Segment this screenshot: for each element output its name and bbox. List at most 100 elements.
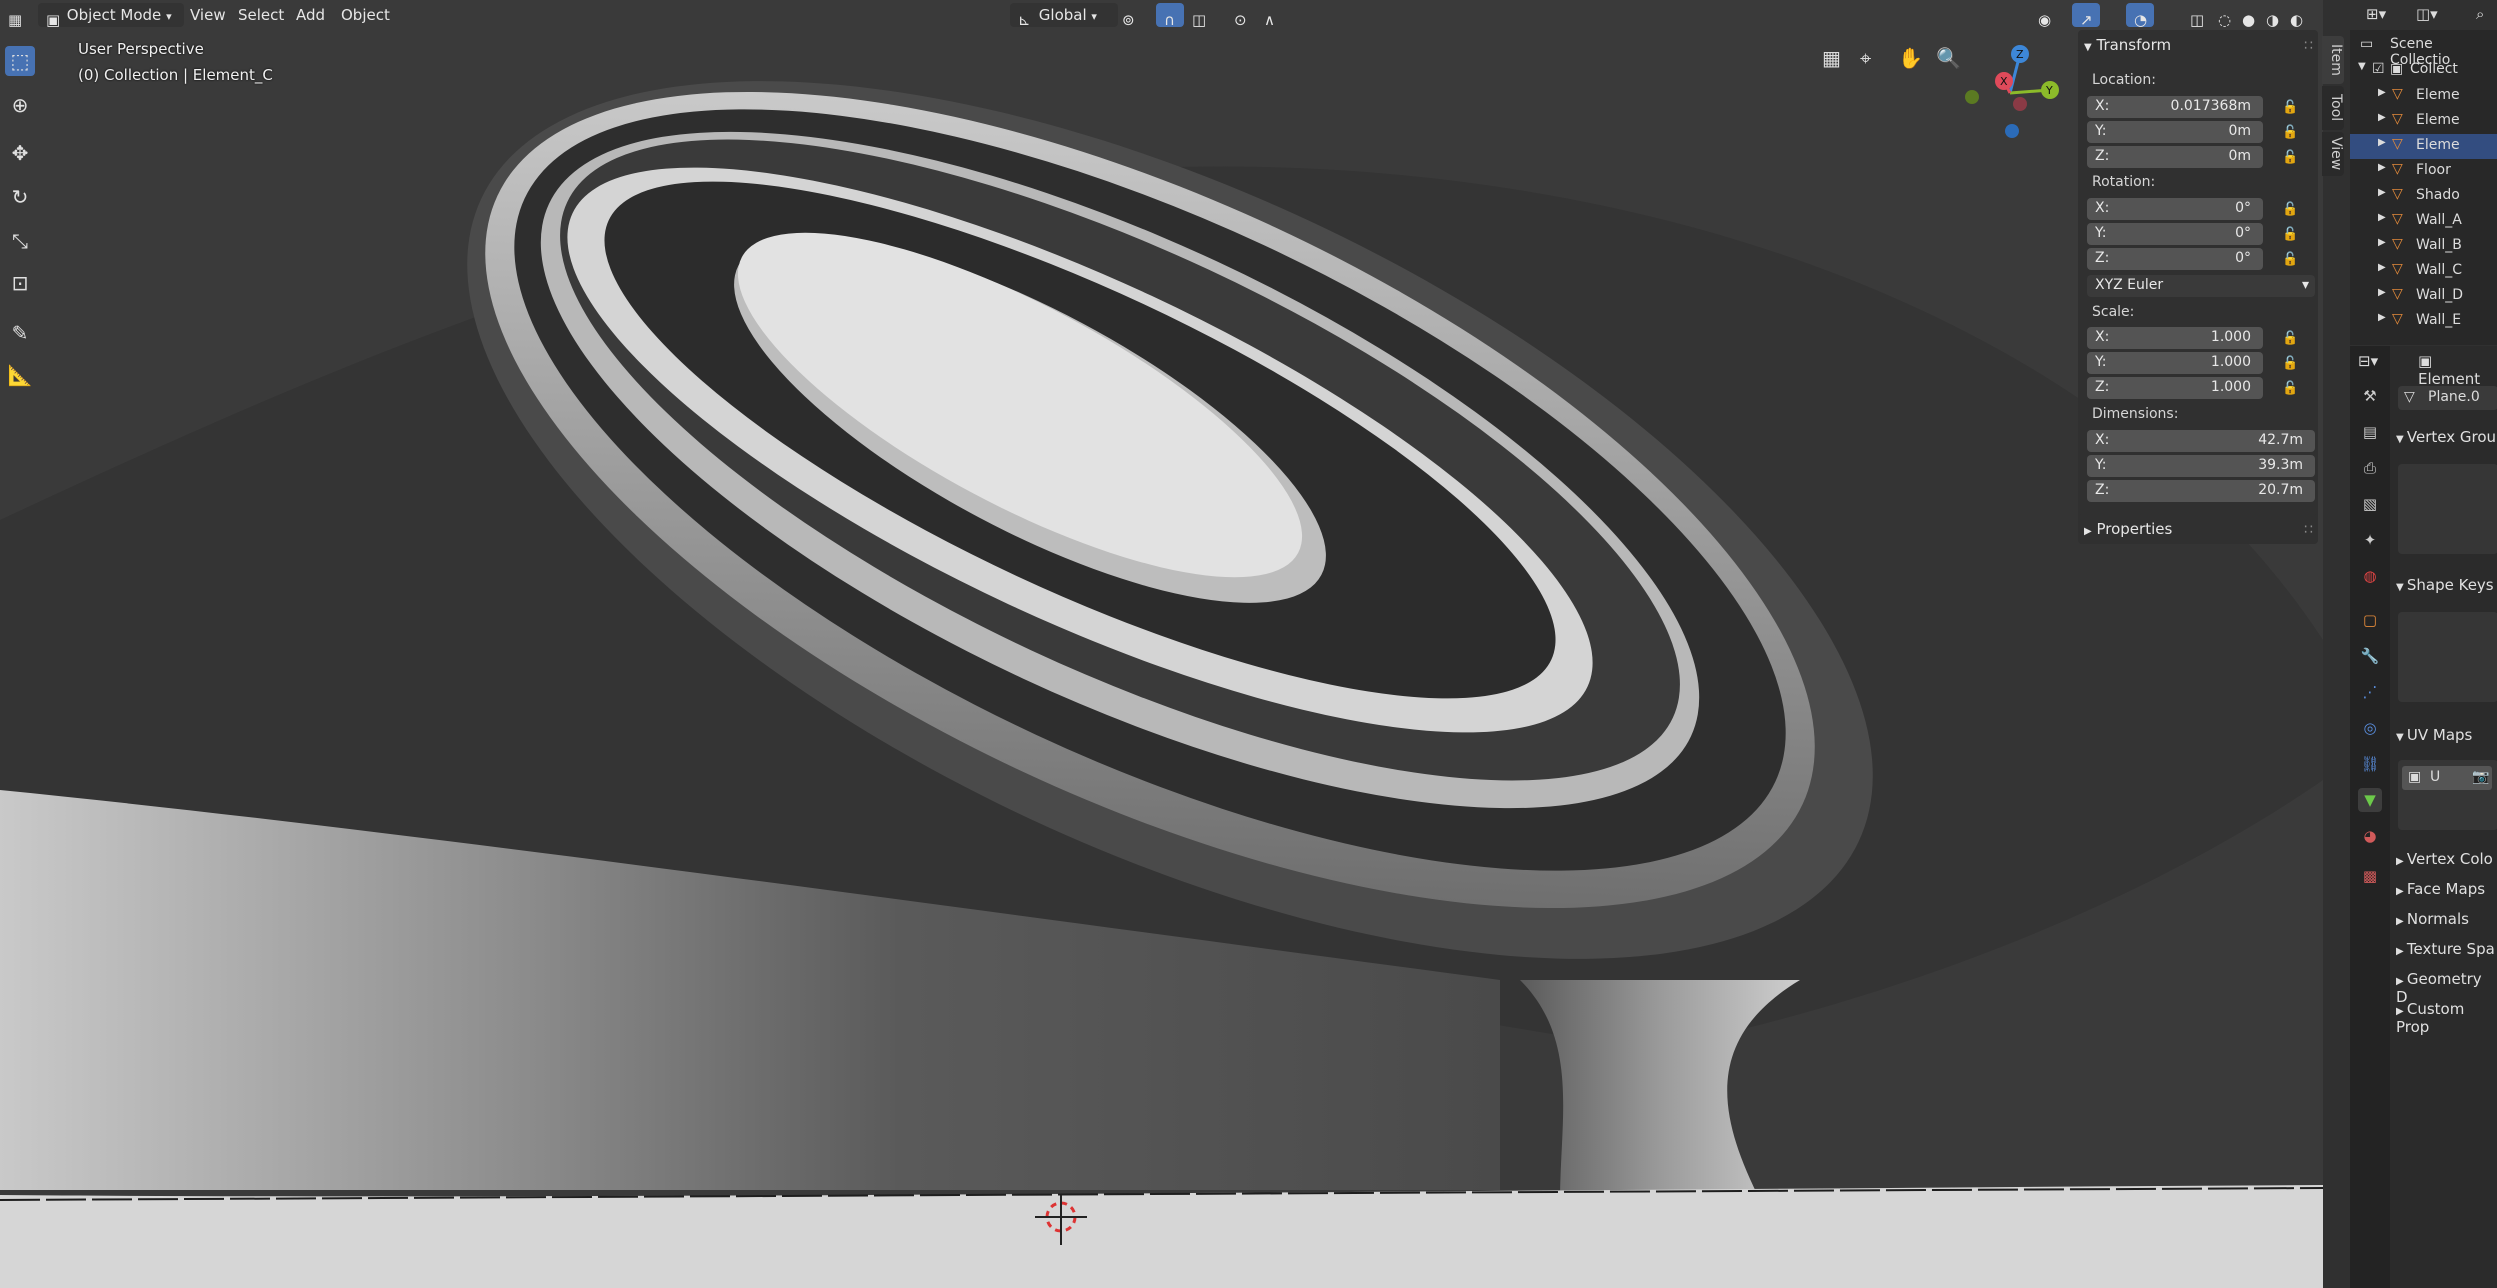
lock-scale-z-icon[interactable]: 🔓 bbox=[2282, 381, 2298, 397]
properties-panel-header[interactable]: ▶ Properties ∷ bbox=[2078, 514, 2318, 544]
annotate-tool[interactable]: ✎ bbox=[5, 318, 35, 348]
outliner-scene-collection[interactable]: ▭ Scene Collectio bbox=[2350, 33, 2497, 68]
rotate-tool[interactable]: ↻ bbox=[5, 182, 35, 212]
menu-add[interactable]: Add bbox=[288, 3, 333, 27]
tab-particles[interactable]: ⋰ bbox=[2358, 680, 2382, 704]
display-mode-icon[interactable]: ◫▾ bbox=[2416, 5, 2438, 23]
tab-constraints[interactable]: ⛓ bbox=[2358, 752, 2382, 776]
menu-view[interactable]: View bbox=[182, 3, 234, 27]
outliner-item[interactable]: ▶ ▽ Eleme bbox=[2350, 84, 2497, 109]
3d-viewport[interactable]: ▦ ▣ Object Mode ▾ View Select Add Object… bbox=[0, 0, 2323, 1288]
tab-material[interactable]: ◕ bbox=[2358, 824, 2382, 848]
visibility-dropdown[interactable]: ◉ bbox=[2030, 3, 2062, 29]
transform-header[interactable]: ▼ Transform bbox=[2084, 36, 2171, 54]
tab-world[interactable]: ◍ bbox=[2358, 564, 2382, 588]
dimensions-y-field[interactable]: Y: 39.3m bbox=[2087, 455, 2315, 477]
outliner-item[interactable]: ▶ ▽ Wall_C bbox=[2350, 259, 2497, 284]
scale-y-field[interactable]: Y: 1.000 bbox=[2087, 352, 2263, 374]
cursor-tool[interactable]: ⊕ bbox=[5, 90, 35, 120]
lock-location-x-icon[interactable]: 🔓 bbox=[2282, 100, 2298, 116]
navigation-gizmo[interactable]: Z Y X bbox=[1960, 38, 2070, 148]
snap-target-dropdown[interactable]: ◫ bbox=[1184, 3, 1216, 29]
collapsed-triangle-icon[interactable]: ▶ bbox=[2378, 312, 2386, 323]
menu-select[interactable]: Select bbox=[230, 3, 292, 27]
uv-maps-list[interactable]: ▣ U 📷 bbox=[2398, 760, 2497, 830]
section-face-maps[interactable]: ▶ Face Maps bbox=[2396, 880, 2485, 898]
tab-physics[interactable]: ◎ bbox=[2358, 716, 2382, 740]
tab-scene[interactable]: ✦ bbox=[2358, 528, 2382, 552]
lock-location-z-icon[interactable]: 🔓 bbox=[2282, 150, 2298, 166]
section-vertex-groups[interactable]: ▼ Vertex Grou bbox=[2396, 428, 2496, 446]
checkbox-icon[interactable]: ☑ bbox=[2372, 61, 2385, 77]
scale-z-field[interactable]: Z: 1.000 bbox=[2087, 377, 2263, 399]
zoom-view-button[interactable]: 🔍 bbox=[1936, 46, 1961, 70]
lock-rotation-x-icon[interactable]: 🔓 bbox=[2282, 202, 2298, 218]
outliner-collection[interactable]: ▼ ☑ ▣ Collect bbox=[2350, 58, 2497, 83]
proportional-edit-toggle[interactable]: ⊙ bbox=[1226, 3, 1258, 29]
collapsed-triangle-icon[interactable]: ▶ bbox=[2378, 212, 2386, 223]
section-texture-space[interactable]: ▶ Texture Spa bbox=[2396, 940, 2495, 958]
outliner-item[interactable]: ▶ ▽ Wall_D bbox=[2350, 284, 2497, 309]
editor-type-menu[interactable]: ▦ bbox=[0, 3, 32, 29]
properties-editor-type-icon[interactable]: ⊟▾ bbox=[2358, 352, 2378, 370]
tab-view-layer[interactable]: ▧ bbox=[2358, 492, 2382, 516]
rotation-z-field[interactable]: Z: 0° bbox=[2087, 248, 2263, 270]
collapsed-triangle-icon[interactable]: ▶ bbox=[2378, 162, 2386, 173]
pivot-dropdown[interactable]: ⊚ bbox=[1114, 3, 1146, 29]
collapsed-triangle-icon[interactable]: ▶ bbox=[2378, 237, 2386, 248]
shape-keys-list[interactable] bbox=[2398, 612, 2497, 702]
dimensions-x-field[interactable]: X: 42.7m bbox=[2087, 430, 2315, 452]
tab-tool[interactable]: Tool bbox=[2322, 86, 2344, 130]
snap-toggle[interactable]: ∩ bbox=[1156, 3, 1184, 29]
lock-location-y-icon[interactable]: 🔓 bbox=[2282, 125, 2298, 141]
gizmo-neg-z-handle[interactable] bbox=[2005, 124, 2019, 138]
lock-scale-x-icon[interactable]: 🔓 bbox=[2282, 331, 2298, 347]
search-icon[interactable]: ⌕ bbox=[2476, 5, 2484, 23]
camera-view-button[interactable]: ⌖ bbox=[1860, 46, 1871, 70]
drag-handle-icon[interactable]: ∷ bbox=[2304, 38, 2313, 54]
rotation-x-field[interactable]: X: 0° bbox=[2087, 198, 2263, 220]
tab-view[interactable]: View bbox=[2322, 132, 2344, 176]
outliner-item[interactable]: ▶ ▽ Eleme bbox=[2350, 134, 2497, 159]
tab-item[interactable]: Item bbox=[2322, 36, 2344, 84]
collapsed-triangle-icon[interactable]: ▶ bbox=[2378, 112, 2386, 123]
tab-texture[interactable]: ▩ bbox=[2358, 864, 2382, 888]
outliner-item[interactable]: ▶ ▽ Wall_B bbox=[2350, 234, 2497, 259]
outliner-item[interactable]: ▶ ▽ Wall_E bbox=[2350, 309, 2497, 334]
scale-x-field[interactable]: X: 1.000 bbox=[2087, 327, 2263, 349]
camera-icon[interactable]: 📷 bbox=[2472, 769, 2489, 785]
orientation-dropdown[interactable]: ⊾ Global ▾ bbox=[1010, 3, 1118, 29]
drag-handle-icon[interactable]: ∷ bbox=[2304, 522, 2313, 538]
toggle-camera-view-button[interactable]: ▦ bbox=[1822, 46, 1841, 70]
menu-object[interactable]: Object bbox=[333, 3, 398, 27]
section-vertex-colors[interactable]: ▶ Vertex Colo bbox=[2396, 850, 2493, 868]
lock-rotation-y-icon[interactable]: 🔓 bbox=[2282, 227, 2298, 243]
collapsed-triangle-icon[interactable]: ▶ bbox=[2378, 87, 2386, 98]
measure-tool[interactable]: 📐 bbox=[5, 360, 35, 390]
vertex-groups-list[interactable] bbox=[2398, 464, 2497, 554]
move-tool[interactable]: ✥ bbox=[5, 138, 35, 168]
gizmo-neg-x-handle[interactable] bbox=[2013, 97, 2027, 111]
section-shape-keys[interactable]: ▼ Shape Keys bbox=[2396, 576, 2494, 594]
outliner-item[interactable]: ▶ ▽ Wall_A bbox=[2350, 209, 2497, 234]
tab-output[interactable]: ⎙ bbox=[2358, 456, 2382, 480]
outliner-item[interactable]: ▶ ▽ Floor bbox=[2350, 159, 2497, 184]
falloff-dropdown[interactable]: ∧ bbox=[1256, 3, 1288, 29]
tab-render[interactable]: ▤ bbox=[2358, 420, 2382, 444]
pan-view-button[interactable]: ✋ bbox=[1898, 46, 1923, 70]
rotation-y-field[interactable]: Y: 0° bbox=[2087, 223, 2263, 245]
location-z-field[interactable]: Z: 0m bbox=[2087, 146, 2263, 168]
shading-rendered[interactable]: ◐ bbox=[2282, 3, 2314, 29]
outliner-item[interactable]: ▶ ▽ Shado bbox=[2350, 184, 2497, 209]
tab-modifiers[interactable]: 🔧 bbox=[2358, 644, 2382, 668]
uv-map-item[interactable]: ▣ U 📷 bbox=[2402, 766, 2492, 790]
dimensions-z-field[interactable]: Z: 20.7m bbox=[2087, 480, 2315, 502]
lock-rotation-z-icon[interactable]: 🔓 bbox=[2282, 252, 2298, 268]
rotation-mode-dropdown[interactable]: XYZ Euler ▾ bbox=[2087, 275, 2315, 297]
mesh-data-selector[interactable]: ▽ Plane.0 bbox=[2398, 386, 2497, 410]
overlay-toggle[interactable]: ◔ bbox=[2126, 3, 2154, 29]
collapsed-triangle-icon[interactable]: ▶ bbox=[2378, 187, 2386, 198]
mode-dropdown[interactable]: ▣ Object Mode ▾ bbox=[38, 3, 184, 29]
lock-scale-y-icon[interactable]: 🔓 bbox=[2282, 356, 2298, 372]
collapsed-triangle-icon[interactable]: ▶ bbox=[2378, 287, 2386, 298]
